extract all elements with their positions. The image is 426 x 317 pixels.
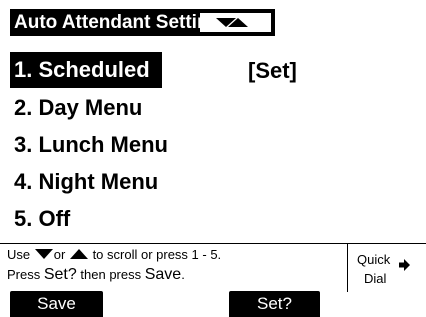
hint-text: .	[181, 267, 185, 282]
hint-text: to scroll or press 1 - 5.	[92, 247, 222, 262]
hint-area: Use or to scroll or press 1 - 5. Press S…	[0, 243, 426, 292]
hint-save-word: Save	[144, 266, 182, 283]
menu-item-scheduled[interactable]: 1. Scheduled [Set]	[10, 52, 420, 89]
page-title: Auto Attendant Settings	[14, 12, 231, 33]
menu-item-lunch-menu[interactable]: 3. Lunch Menu	[10, 126, 420, 163]
hint-line-2: Press Set? then press Save.	[7, 266, 185, 284]
hint-text: or	[53, 247, 66, 262]
quick-dial-label: Dial	[364, 271, 387, 286]
hint-set-word: Set?	[43, 266, 77, 283]
menu-item-label: 2. Day Menu	[14, 95, 143, 120]
triangle-up-icon	[69, 249, 88, 259]
scroll-indicator	[200, 13, 271, 32]
menu-item-night-menu[interactable]: 4. Night Menu	[10, 163, 420, 200]
menu-item-label: 4. Night Menu	[14, 169, 159, 194]
menu-list: 1. Scheduled [Set] 2. Day Menu 3. Lunch …	[10, 52, 420, 237]
menu-item-label: 3. Lunch Menu	[14, 132, 168, 157]
hint-text: Press	[7, 267, 41, 282]
title-bar: Auto Attendant Settings	[10, 9, 275, 36]
hint-text: Use	[7, 247, 31, 262]
menu-item-day-menu[interactable]: 2. Day Menu	[10, 89, 420, 126]
set-softkey[interactable]: Set?	[229, 291, 320, 317]
hint-line-1: Use or to scroll or press 1 - 5.	[7, 247, 221, 262]
menu-item-label: 5. Off	[14, 206, 71, 231]
menu-item-label: 1. Scheduled	[10, 52, 162, 88]
phone-display: Auto Attendant Settings 1. Scheduled [Se…	[0, 0, 426, 317]
status-set-badge: [Set]	[248, 58, 297, 83]
quick-dial-label: Quick	[357, 252, 391, 267]
hint-text: then press	[80, 267, 142, 282]
triangle-down-icon	[34, 249, 53, 259]
quick-dial-key[interactable]: Quick Dial	[347, 244, 426, 292]
arrow-right-icon	[399, 259, 410, 271]
menu-item-off[interactable]: 5. Off	[10, 200, 420, 237]
save-softkey[interactable]: Save	[10, 291, 103, 317]
